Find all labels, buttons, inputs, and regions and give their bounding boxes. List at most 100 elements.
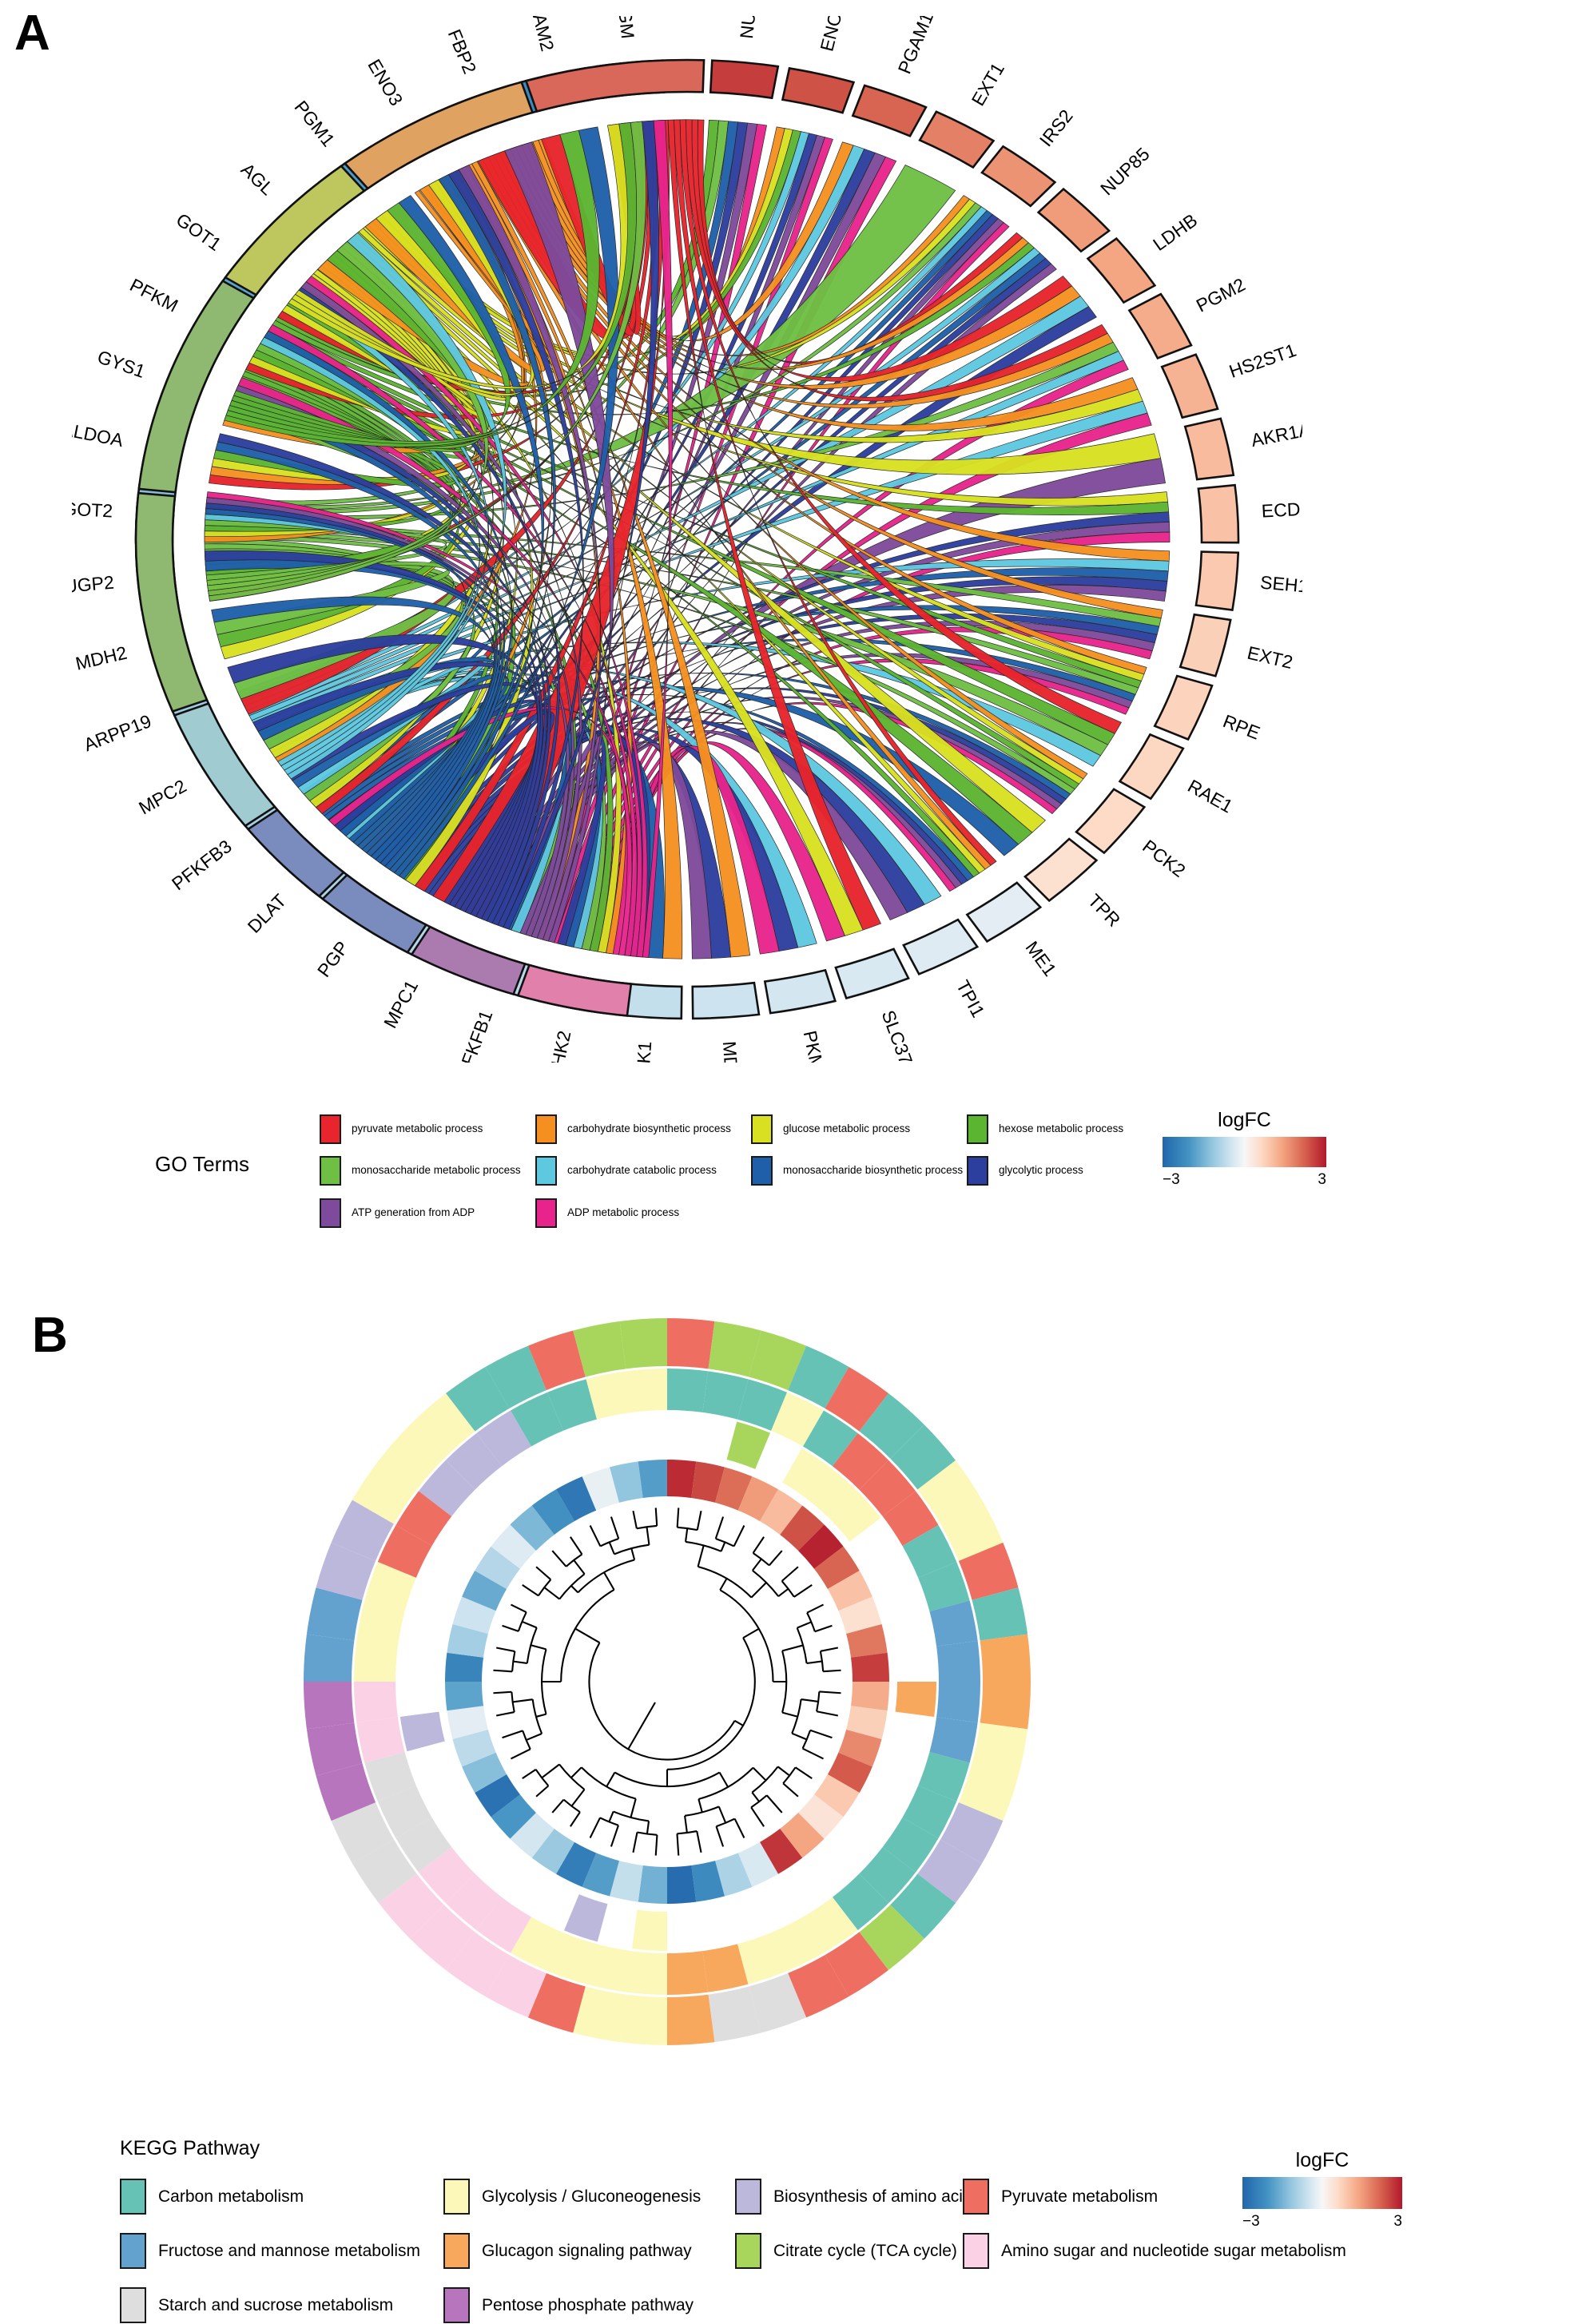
- go-legend-item: monosaccharide biosynthetic process: [751, 1156, 963, 1186]
- logfc-max-b: 3: [1393, 2213, 1402, 2230]
- gene-label: MDH1: [719, 1040, 744, 1063]
- gene-label: DLAT: [244, 890, 291, 937]
- logfc-min-b: −3: [1242, 2213, 1260, 2230]
- go-label-3: hexose metabolic process: [999, 1122, 1124, 1135]
- go-label-0: pyruvate metabolic process: [352, 1122, 483, 1135]
- kegg-ring-cell: [626, 1369, 667, 1412]
- gene-sector: [1160, 353, 1219, 419]
- kegg-ring-cell: [667, 1318, 715, 1369]
- go-swatch-pyruvate-metabolic-process: [320, 1114, 341, 1144]
- go-swatch-glucose-metabolic-process: [751, 1114, 773, 1144]
- kegg-swatch-pentose-phosphate-pathway: [443, 2287, 470, 2323]
- gene-label: TPI1: [952, 977, 989, 1021]
- gene-label: GOT1: [173, 209, 225, 255]
- kegg-ring-cell: [980, 1634, 1031, 1682]
- go-label-1: carbohydrate biosynthetic process: [567, 1122, 731, 1135]
- kegg-label-1: Glycolysis / Gluconeogenesis: [482, 2187, 702, 2206]
- kegg-label-2: Biosynthesis of amino acids: [773, 2187, 981, 2206]
- gene-label: PFKFB1: [453, 1007, 496, 1063]
- go-label-6: monosaccharide biosynthetic process: [783, 1164, 964, 1177]
- logfc-min-a: −3: [1163, 1171, 1180, 1188]
- go-term-sector: [524, 58, 706, 113]
- go-swatch-hexose-metabolic-process: [967, 1114, 988, 1144]
- kegg-label-6: Citrate cycle (TCA cycle): [773, 2241, 957, 2260]
- gene-label: LDHB: [1149, 209, 1201, 255]
- kegg-ring-cell: [619, 1994, 667, 2045]
- go-legend-item: glycolytic process: [967, 1156, 1083, 1186]
- gene-sector: [980, 145, 1057, 208]
- logfc-gradient-a: [1163, 1137, 1326, 1167]
- gene-sector: [781, 66, 856, 114]
- gene-sector: [851, 84, 928, 137]
- kegg-ring-cell: [632, 1909, 667, 1951]
- kegg-pathway-legend: KEGG Pathway Carbon metabolism Glycolysi…: [104, 2137, 1346, 2323]
- kegg-label-5: Glucagon signaling pathway: [482, 2241, 692, 2260]
- gene-label: AKR1A1: [1250, 417, 1302, 451]
- gene-sector: [691, 981, 761, 1020]
- kegg-swatch-fructose-and-mannose-metabolism: [120, 2233, 146, 2269]
- gene-label: EXT1: [968, 59, 1008, 109]
- go-label-5: carbohydrate catabolic process: [567, 1164, 717, 1177]
- go-legend-item: glucose metabolic process: [751, 1114, 910, 1144]
- go-term-sector: [246, 808, 346, 898]
- logfc-colorbar-panel-b: logFC −3 3: [1242, 2149, 1402, 2231]
- go-label-4: monosaccharide metabolic process: [352, 1164, 521, 1177]
- go-label-8: ATP generation from ADP: [352, 1206, 475, 1219]
- panel-b-label: B: [32, 1308, 68, 1363]
- kegg-ring-cell: [564, 1894, 608, 1942]
- go-legend-item: carbohydrate catabolic process: [535, 1156, 717, 1186]
- gene-sector: [1086, 236, 1157, 304]
- kegg-legend-item: Glycolysis / Gluconeogenesis: [443, 2179, 701, 2215]
- kegg-label-9: Pentose phosphate pathway: [482, 2295, 694, 2314]
- gene-sector: [1194, 550, 1240, 612]
- gene-label: ALDOA: [72, 419, 125, 451]
- gene-label: HK2: [547, 1029, 575, 1063]
- kegg-swatch-pyruvate-metabolism: [963, 2179, 989, 2215]
- kegg-ring-cell: [304, 1682, 355, 1730]
- go-label-2: glucose metabolic process: [783, 1122, 911, 1135]
- gene-sector: [1036, 187, 1111, 253]
- gene-label: PGAM2: [523, 16, 558, 54]
- gene-label: TPR: [1084, 890, 1125, 931]
- gene-label: ARPP19: [81, 710, 154, 755]
- kegg-legend-title: KEGG Pathway: [120, 2137, 260, 2159]
- kegg-label-0: Carbon metabolism: [158, 2187, 304, 2206]
- logfc-colorbar-panel-a: logFC −3 3: [1163, 1109, 1326, 1189]
- logfc-heatmap-cell: [851, 1682, 889, 1711]
- gene-label: PKM: [800, 1029, 829, 1063]
- go-swatch-glycolytic-process: [967, 1156, 988, 1186]
- gene-label: HS2ST1: [1226, 340, 1299, 382]
- gene-label: ENO2: [816, 16, 849, 54]
- kegg-ring-cell: [619, 1318, 667, 1369]
- go-terms-legend-title: GO Terms: [155, 1152, 249, 1176]
- gene-sector: [918, 110, 996, 169]
- kegg-ring-cell: [667, 1369, 709, 1412]
- go-legend-item: hexose metabolic process: [967, 1114, 1123, 1144]
- kegg-ring-cell: [626, 1951, 667, 1995]
- kegg-label-8: Starch and sucrose metabolism: [158, 2295, 394, 2314]
- go-term-sector: [410, 925, 527, 996]
- kegg-legend-item: Pentose phosphate pathway: [443, 2287, 694, 2323]
- kegg-ring-cell: [354, 1640, 398, 1682]
- gene-label: PFKM: [126, 274, 181, 316]
- kegg-ring-cell: [980, 1682, 1031, 1730]
- gene-label: HK1: [632, 1040, 655, 1063]
- go-swatch-atp-generation-from-adp: [320, 1198, 341, 1228]
- go-terms-legend: GO Terms pyruvate metabolic process carb…: [144, 1110, 1182, 1230]
- dendrogram: [493, 1508, 841, 1856]
- kegg-swatch-glucagon-signaling-pathway: [443, 2233, 470, 2269]
- logfc-title-b: logFC: [1295, 2149, 1349, 2171]
- kegg-label-4: Fructose and mannose metabolism: [158, 2241, 420, 2260]
- gene-label: NUP35: [736, 16, 763, 40]
- gene-label: RPE: [1220, 710, 1263, 743]
- go-legend-item: carbohydrate biosynthetic process: [535, 1114, 731, 1144]
- kegg-ring-cell: [936, 1640, 980, 1682]
- gene-label: ME1: [1021, 937, 1060, 979]
- kegg-ring-cell: [667, 1951, 709, 1995]
- panel-a-label: A: [14, 6, 50, 61]
- gene-label: AGL: [237, 159, 278, 200]
- kegg-legend-item: Fructose and mannose metabolism: [120, 2233, 420, 2269]
- kegg-swatch-carbon-metabolism: [120, 2179, 146, 2215]
- gene-sector: [902, 918, 980, 975]
- gene-label: SEH1L: [1259, 572, 1302, 598]
